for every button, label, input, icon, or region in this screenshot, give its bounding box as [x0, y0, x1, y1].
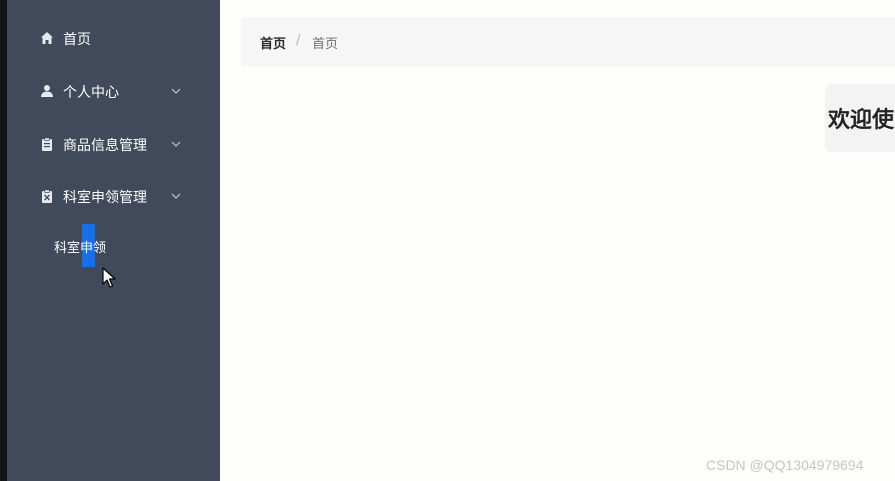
- sidebar-item-label: 科室申领管理: [63, 190, 147, 206]
- chevron-down-icon: [171, 193, 181, 199]
- breadcrumb-separator: /: [296, 33, 301, 48]
- mouse-cursor-icon: [102, 267, 116, 288]
- sidebar-item-department-claim-management[interactable]: 科室申领管理: [7, 176, 220, 216]
- sidebar: 首页 个人中心 商品信息管理 科室申领管理 科室申领: [7, 0, 220, 481]
- clipboard-icon: [42, 137, 52, 151]
- welcome-card: 欢迎使: [825, 84, 895, 152]
- app-window: 首页 个人中心 商品信息管理 科室申领管理 科室申领 首页 / 首页 欢迎使 C…: [0, 0, 895, 481]
- breadcrumb-current: 首页: [312, 37, 339, 52]
- chevron-down-icon: [171, 88, 181, 94]
- home-icon: [41, 32, 53, 44]
- sidebar-item-home[interactable]: 首页: [7, 18, 220, 58]
- watermark: CSDN @QQ1304979694: [706, 457, 864, 473]
- sidebar-subitem-label: 科室申领: [54, 241, 107, 256]
- chevron-down-icon: [171, 141, 181, 147]
- sidebar-item-personal-center[interactable]: 个人中心: [7, 71, 220, 111]
- sidebar-item-label: 个人中心: [63, 85, 119, 101]
- breadcrumb-home-link[interactable]: 首页: [260, 33, 286, 52]
- sidebar-item-label: 商品信息管理: [63, 138, 147, 154]
- sidebar-item-product-management[interactable]: 商品信息管理: [7, 124, 220, 164]
- sidebar-subitem-department-claim[interactable]: 科室申领: [7, 224, 220, 267]
- welcome-title: 欢迎使: [828, 108, 895, 133]
- breadcrumb: 首页 / 首页: [241, 17, 895, 66]
- clipboard-x-icon: [42, 189, 52, 203]
- window-edge: [0, 0, 7, 481]
- user-icon: [41, 85, 53, 97]
- sidebar-item-label: 首页: [63, 32, 91, 48]
